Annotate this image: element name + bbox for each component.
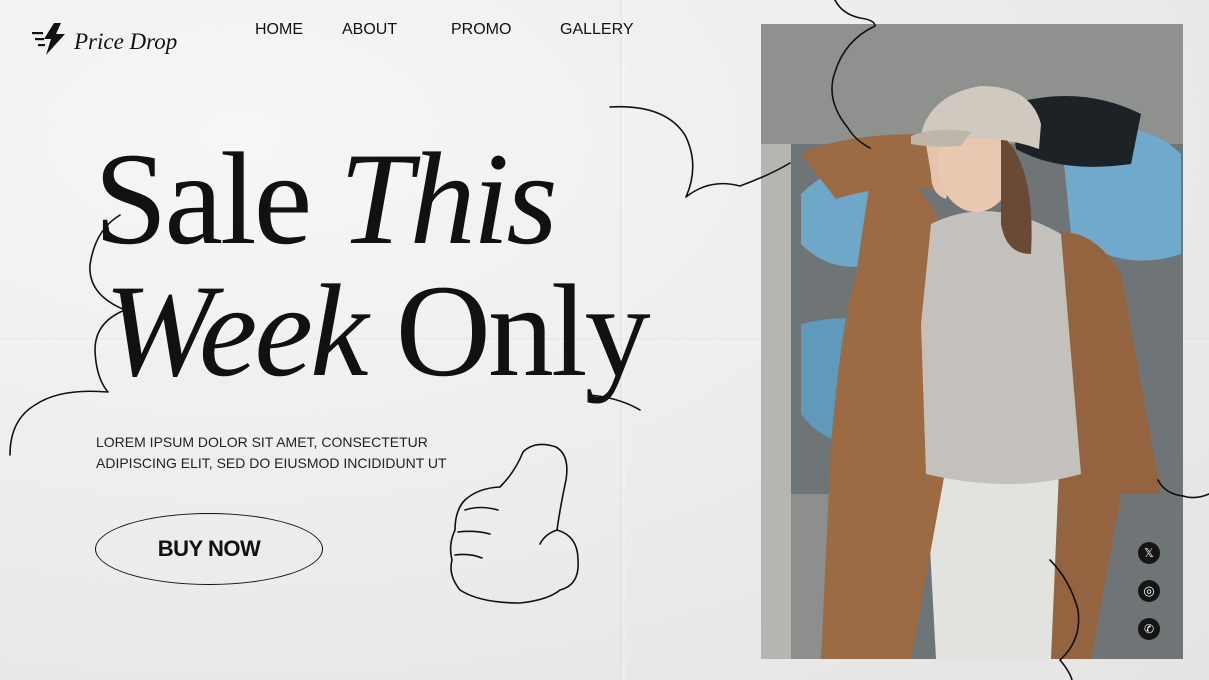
headline-word-this: This (339, 125, 557, 272)
headline-line-2: Week Only (104, 265, 651, 397)
lightning-bolt-icon (32, 22, 68, 61)
instagram-icon[interactable]: ◎ (1138, 580, 1160, 602)
headline-line-1: Sale This (94, 133, 558, 265)
nav-home[interactable]: HOME (255, 21, 303, 39)
headline-word-sale: Sale (94, 125, 312, 272)
nav-promo[interactable]: PROMO (451, 21, 511, 39)
brand-logo[interactable]: Price Drop (32, 22, 177, 61)
hero-description: LOREM IPSUM DOLOR SIT AMET, CONSECTETUR … (96, 434, 447, 471)
headline-word-only: Only (395, 257, 651, 404)
x-twitter-icon[interactable]: 𝕏 (1138, 542, 1160, 564)
hero-photo (761, 24, 1183, 659)
buy-now-button[interactable]: BUY NOW (95, 513, 323, 585)
headline-word-week: Week (104, 257, 369, 404)
nav-about[interactable]: ABOUT (342, 21, 397, 39)
nav-gallery[interactable]: GALLERY (560, 21, 634, 39)
whatsapp-icon[interactable]: ✆ (1138, 618, 1160, 640)
brand-name: Price Drop (74, 28, 178, 54)
